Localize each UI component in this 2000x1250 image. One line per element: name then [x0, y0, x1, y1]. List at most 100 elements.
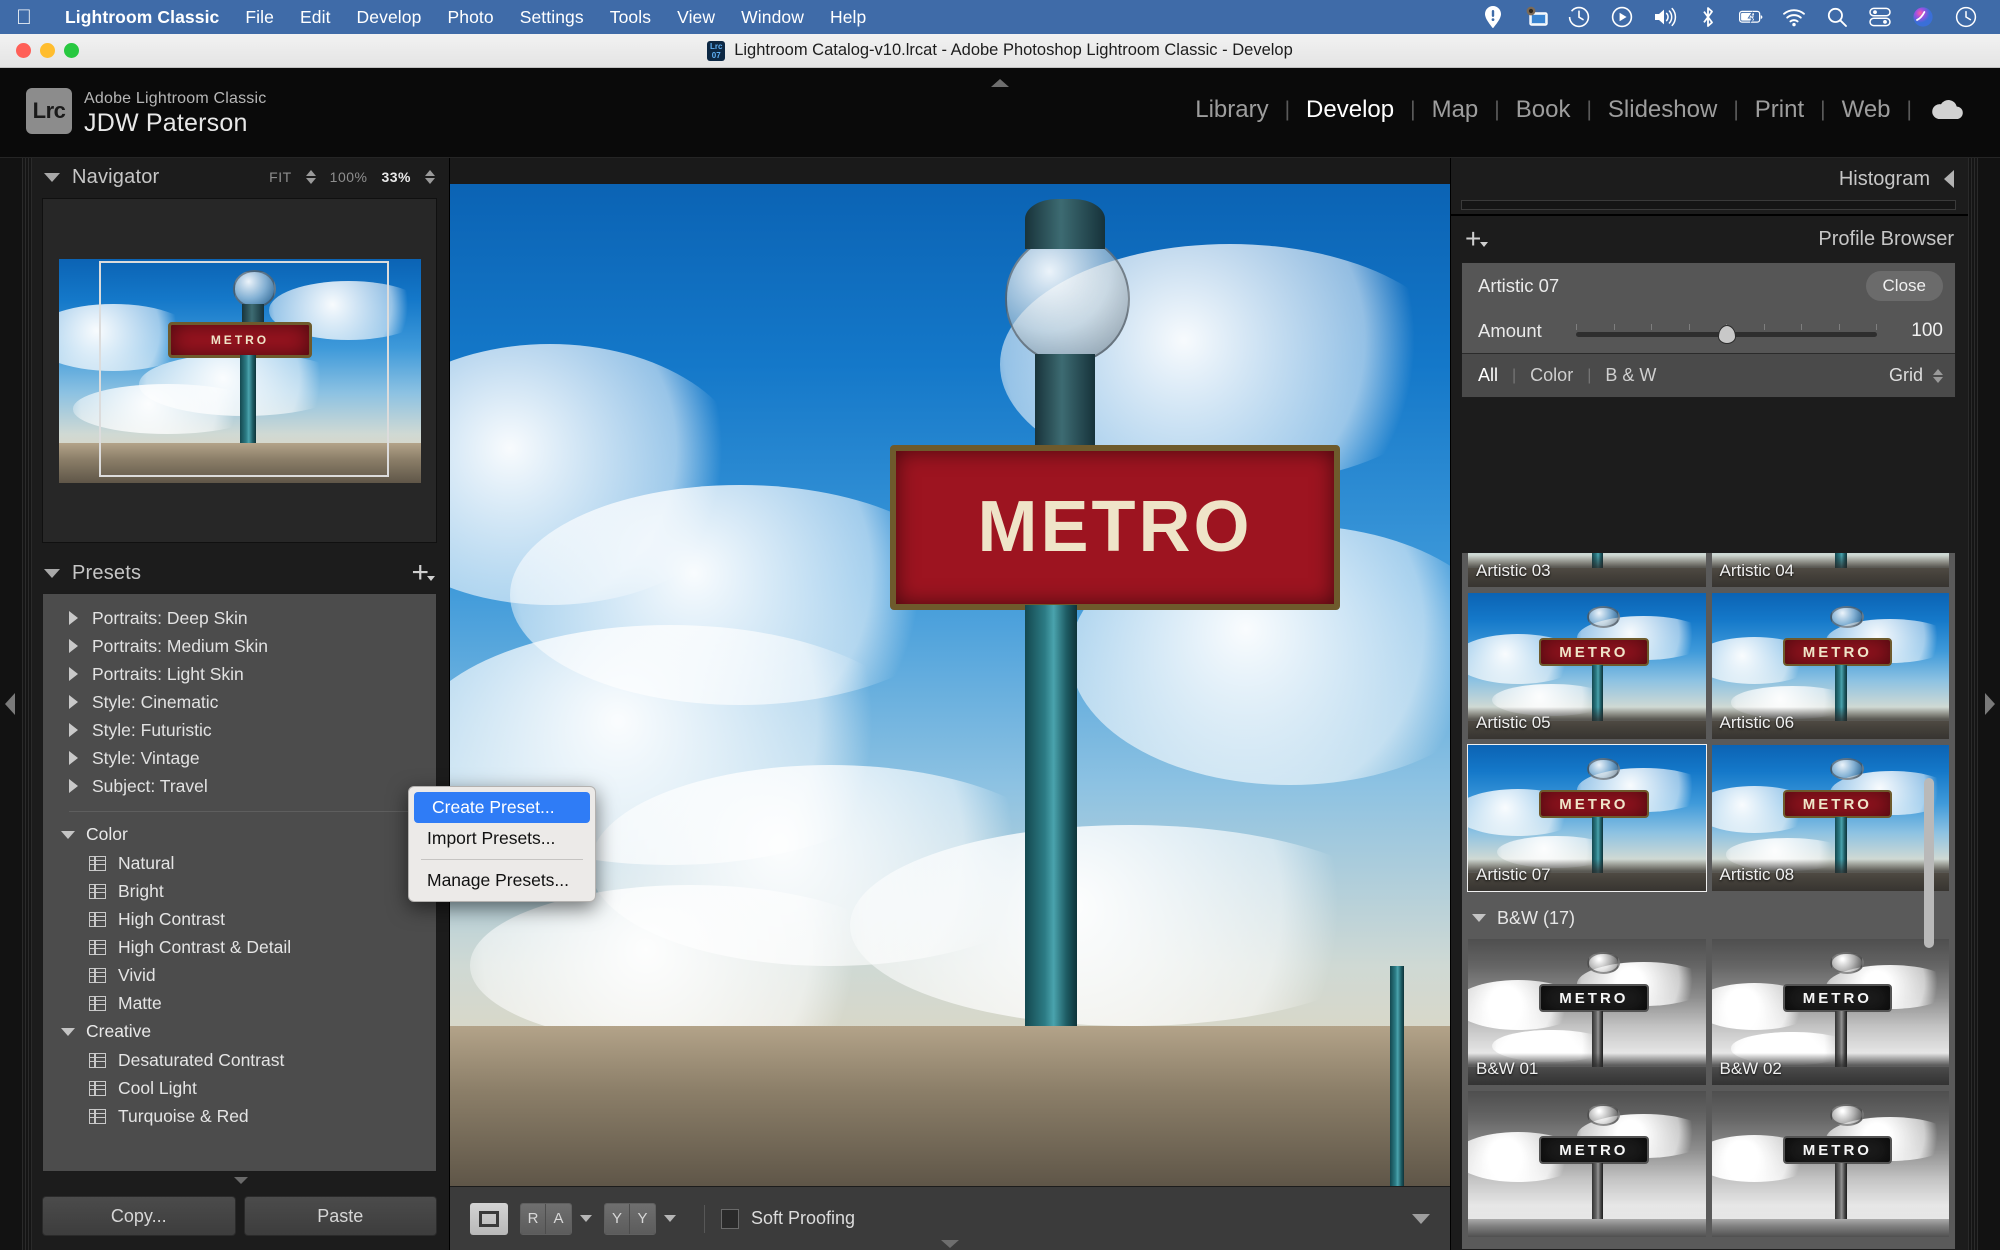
amount-slider[interactable]: [1576, 321, 1877, 344]
time-machine-icon[interactable]: [1567, 5, 1591, 29]
menu-item-import-presets[interactable]: Import Presets...: [409, 823, 595, 854]
siri-icon[interactable]: [1911, 5, 1935, 29]
before-after-ra-toggle[interactable]: R A: [520, 1202, 572, 1235]
menu-photo[interactable]: Photo: [434, 7, 506, 28]
preset-item[interactable]: Vivid: [43, 961, 436, 989]
copy-button[interactable]: Copy...: [42, 1196, 236, 1236]
histogram-graph[interactable]: [1461, 200, 1956, 210]
preset-section-creative[interactable]: Creative: [43, 1017, 436, 1046]
collapse-triangle-icon[interactable]: [61, 830, 75, 839]
cloud-sync-icon[interactable]: [1912, 99, 1974, 121]
view-mode-selector[interactable]: Grid: [1889, 365, 1943, 386]
profile-thumbnail-grid[interactable]: METRO Artistic 03: [1461, 552, 1956, 1250]
menu-lightroom-classic[interactable]: Lightroom Classic: [52, 7, 232, 28]
profile-thumbnail[interactable]: METRO: [1468, 1091, 1706, 1237]
navigator-crop-frame[interactable]: [99, 261, 389, 477]
zoom-fit-label[interactable]: FIT: [269, 169, 292, 185]
module-book[interactable]: Book: [1500, 96, 1587, 124]
profile-thumbnail[interactable]: METRO Artistic 04: [1711, 553, 1949, 587]
profile-thumbnail[interactable]: METRO Artistic 03: [1468, 553, 1706, 587]
alert-icon[interactable]: [1481, 5, 1505, 29]
preset-item[interactable]: Bright: [43, 877, 436, 905]
zoom-100-label[interactable]: 100%: [330, 169, 368, 185]
profile-thumbnail[interactable]: METRO B&W 01: [1468, 939, 1706, 1085]
menu-window[interactable]: Window: [728, 7, 817, 28]
preset-section-color[interactable]: Color: [43, 820, 436, 849]
expand-triangle-icon[interactable]: [69, 723, 78, 737]
histogram-header[interactable]: Histogram: [1451, 158, 1968, 200]
main-photo[interactable]: METRO: [450, 184, 1450, 1186]
preset-item[interactable]: Natural: [43, 849, 436, 877]
module-develop[interactable]: Develop: [1290, 96, 1410, 124]
menu-edit[interactable]: Edit: [287, 7, 344, 28]
module-web[interactable]: Web: [1826, 96, 1907, 124]
module-library[interactable]: Library: [1179, 96, 1284, 124]
amount-value[interactable]: 100: [1887, 320, 1943, 342]
left-panel-resize-grip[interactable]: [22, 158, 32, 1250]
wifi-icon[interactable]: [1782, 5, 1806, 29]
module-map[interactable]: Map: [1416, 96, 1495, 124]
navigator-header[interactable]: Navigator FIT 100% 33%: [32, 158, 449, 196]
battery-charging-icon[interactable]: [1739, 5, 1763, 29]
close-window-button[interactable]: [16, 43, 31, 58]
minimize-window-button[interactable]: [40, 43, 55, 58]
expand-triangle-icon[interactable]: [69, 611, 78, 625]
preset-group-row[interactable]: Style: Futuristic: [43, 716, 436, 744]
collapse-triangle-icon[interactable]: [44, 568, 60, 578]
menu-tools[interactable]: Tools: [597, 7, 664, 28]
menu-settings[interactable]: Settings: [507, 7, 597, 28]
profile-thumbnail[interactable]: METRO Artistic 05: [1468, 593, 1706, 739]
maximize-window-button[interactable]: [64, 43, 79, 58]
expand-triangle-icon[interactable]: [69, 695, 78, 709]
menu-item-create-preset[interactable]: Create Preset...: [414, 792, 590, 823]
expand-triangle-icon[interactable]: [69, 639, 78, 653]
collapse-triangle-icon[interactable]: [1472, 914, 1486, 922]
yy-dropdown-icon[interactable]: [664, 1215, 676, 1222]
tab-color[interactable]: Color: [1516, 365, 1587, 386]
filmstrip-toggle-arrow[interactable]: [941, 1240, 959, 1248]
zoom-level-stepper[interactable]: [425, 170, 435, 184]
expand-triangle-icon[interactable]: [69, 751, 78, 765]
expand-triangle-icon[interactable]: [69, 667, 78, 681]
zoom-fit-stepper[interactable]: [305, 170, 316, 184]
collapse-triangle-icon[interactable]: [61, 1027, 75, 1036]
volume-icon[interactable]: [1653, 5, 1677, 29]
module-print[interactable]: Print: [1739, 96, 1820, 124]
screen-sharing-icon[interactable]: [1524, 5, 1548, 29]
profile-thumbnail-selected[interactable]: METRO Artistic 07: [1467, 744, 1707, 892]
menu-develop[interactable]: Develop: [344, 7, 435, 28]
zoom-current-label[interactable]: 33%: [381, 169, 411, 185]
preset-item[interactable]: Desaturated Contrast: [43, 1046, 436, 1074]
profile-group-header-bw[interactable]: B&W (17): [1462, 897, 1955, 939]
left-panel-toggle-arrow[interactable]: [5, 693, 15, 715]
right-panel-toggle-arrow[interactable]: [1985, 693, 1995, 715]
profile-thumbnail[interactable]: METRO Artistic 08: [1711, 745, 1949, 891]
loupe-view-icon[interactable]: [470, 1202, 508, 1235]
triangle-left-icon[interactable]: [1944, 170, 1954, 188]
paste-button[interactable]: Paste: [243, 1196, 437, 1236]
left-panel-bottom-arrow[interactable]: [233, 1177, 248, 1184]
tab-all[interactable]: All: [1478, 365, 1512, 386]
profile-thumbnail[interactable]: METRO Artistic 06: [1711, 593, 1949, 739]
expand-triangle-icon[interactable]: [69, 779, 78, 793]
navigator-preview[interactable]: METRO: [42, 198, 437, 543]
profile-grid-scrollbar[interactable]: [1924, 778, 1934, 948]
profile-browser-header[interactable]: + Profile Browser: [1451, 216, 1968, 262]
bluetooth-icon[interactable]: [1696, 5, 1720, 29]
preset-group-row[interactable]: Portraits: Medium Skin: [43, 632, 436, 660]
preset-item[interactable]: Turquoise & Red: [43, 1102, 436, 1130]
preset-group-row[interactable]: Portraits: Light Skin: [43, 660, 436, 688]
presets-header[interactable]: Presets +: [32, 553, 449, 593]
module-slideshow[interactable]: Slideshow: [1592, 96, 1733, 124]
preset-item[interactable]: High Contrast: [43, 905, 436, 933]
preset-group-row[interactable]: Portraits: Deep Skin: [43, 604, 436, 632]
right-panel-resize-grip[interactable]: [1968, 158, 1978, 1250]
control-center-icon[interactable]: [1868, 5, 1892, 29]
preset-group-row[interactable]: Style: Vintage: [43, 744, 436, 772]
menu-help[interactable]: Help: [817, 7, 879, 28]
preset-group-row[interactable]: Style: Cinematic: [43, 688, 436, 716]
toolbar-expand-icon[interactable]: [1412, 1213, 1430, 1224]
soft-proofing-checkbox[interactable]: [721, 1208, 739, 1229]
menu-file[interactable]: File: [232, 7, 287, 28]
view-mode-stepper[interactable]: [1933, 368, 1943, 383]
